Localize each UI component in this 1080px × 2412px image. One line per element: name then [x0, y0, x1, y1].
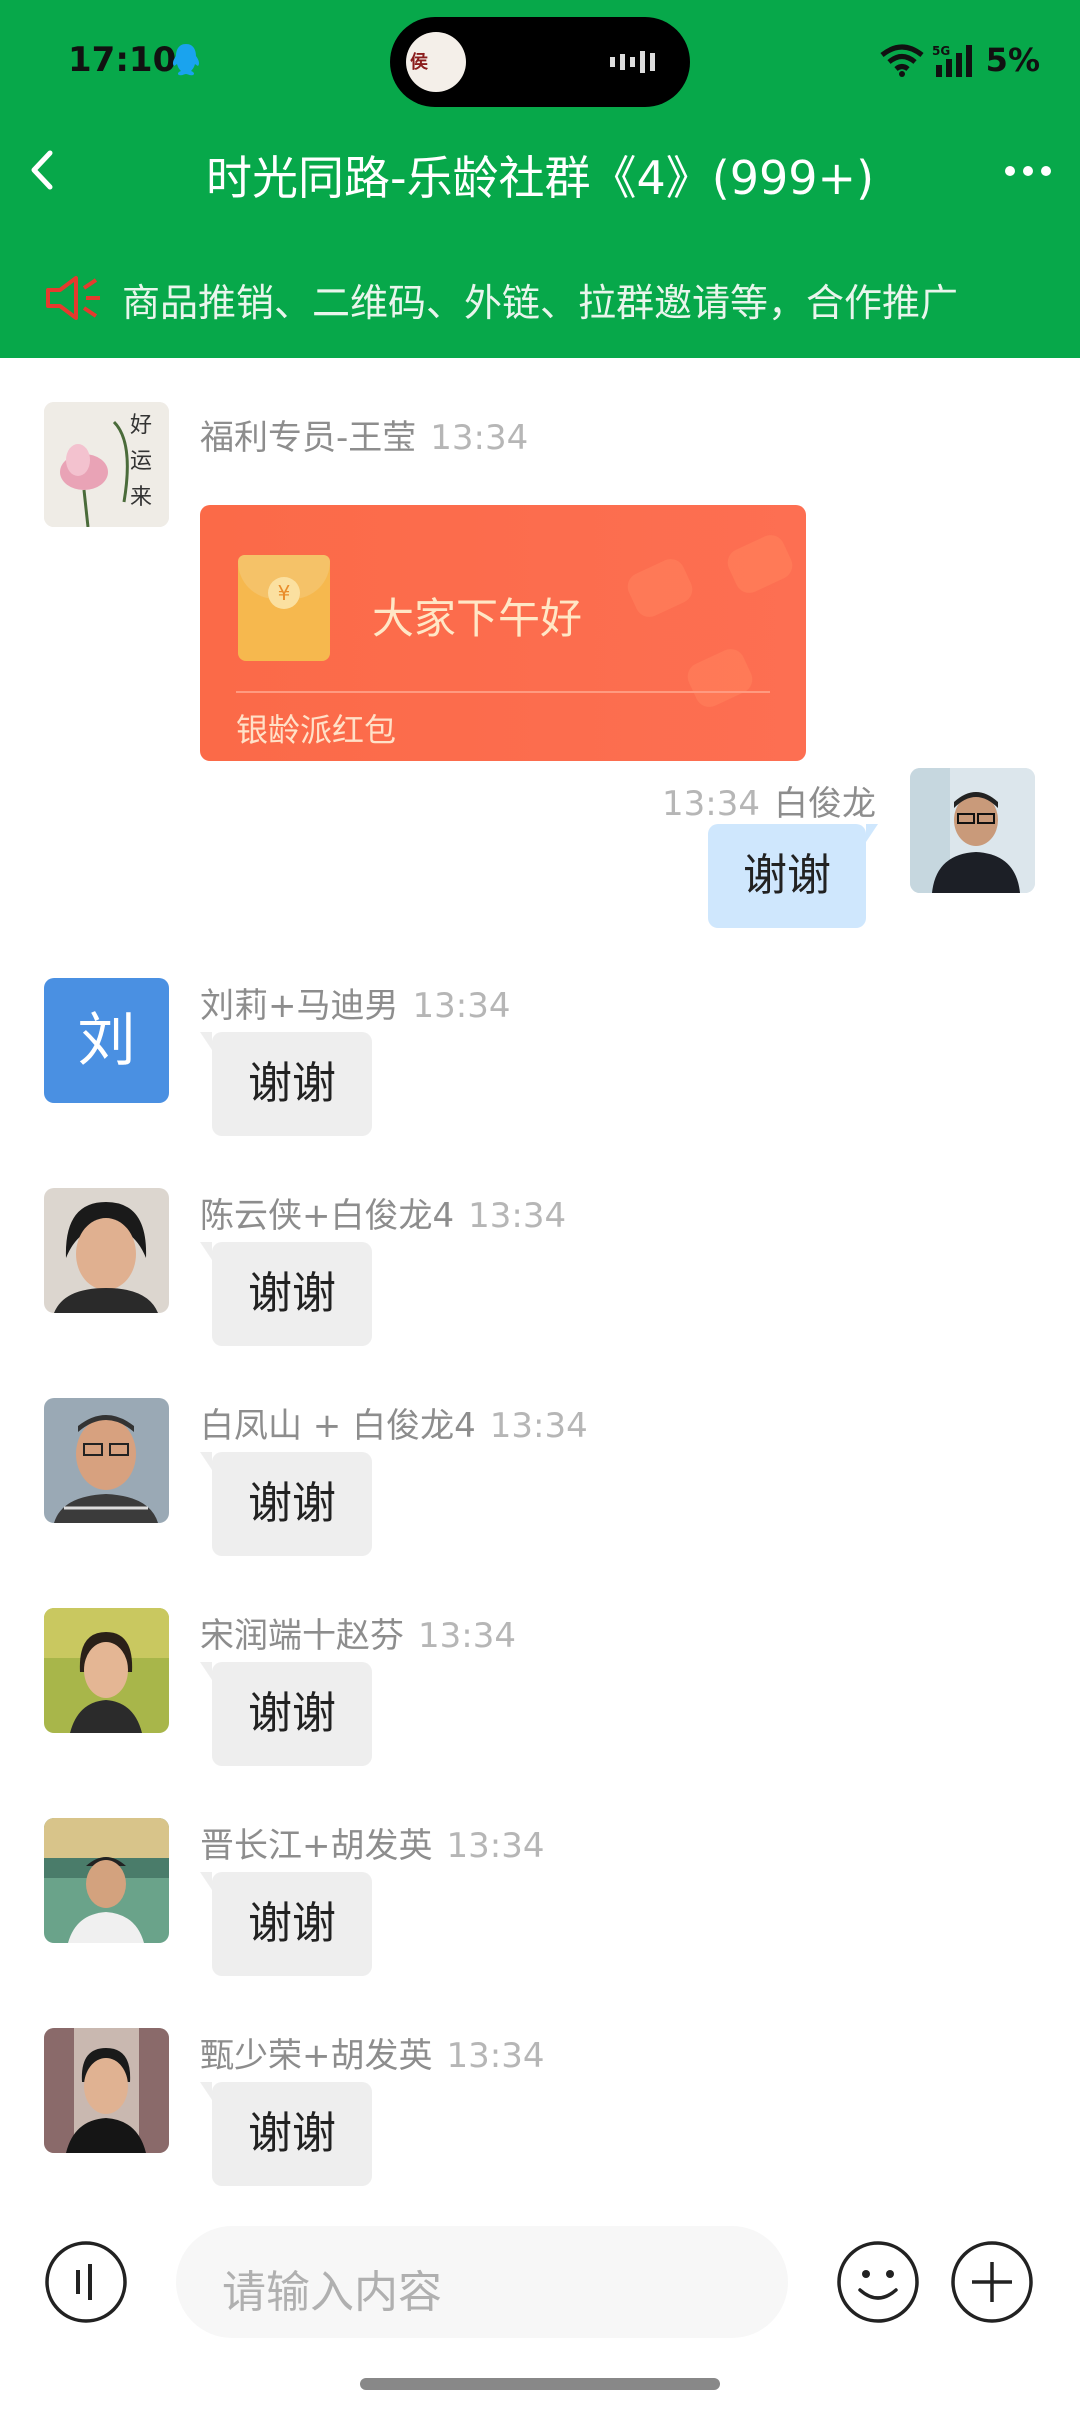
lotus-avatar-image: 好 运 来	[44, 402, 169, 527]
message-item: 宋润端十赵芬 13:34 谢谢	[0, 1608, 1080, 1808]
dynamic-island: 侯	[390, 17, 690, 107]
announcement-text: 商品推销、二维码、外链、拉群邀请等，合作推广	[122, 281, 959, 325]
sender-name: 13:34 白俊龙	[662, 784, 876, 824]
home-indicator[interactable]	[360, 2378, 720, 2390]
svg-text:来: 来	[130, 485, 152, 510]
avatar[interactable]	[44, 2028, 169, 2153]
red-packet-title: 大家下午好	[372, 594, 583, 643]
message-self: 13:34 白俊龙 谢谢	[0, 768, 1080, 968]
user-photo-image	[44, 1818, 169, 1943]
svg-text:5G: 5G	[932, 44, 950, 58]
sender-name: 刘莉+马迪男 13:34	[200, 986, 511, 1026]
nav-bar: 时光同路-乐龄社群《4》(999+)	[0, 120, 1080, 220]
user-photo-image	[44, 1608, 169, 1733]
message-bubble[interactable]: 谢谢	[708, 824, 878, 928]
sender-name: 白凤山 + 白俊龙4 13:34	[200, 1406, 588, 1446]
message-bubble[interactable]: 谢谢	[200, 1032, 372, 1136]
sender-name: 宋润端十赵芬 13:34	[200, 1616, 516, 1656]
user-photo-image	[44, 1398, 169, 1523]
input-toolbar: 请输入内容	[0, 2208, 1080, 2412]
avatar[interactable]: 刘	[44, 978, 169, 1103]
user-photo-image	[44, 1188, 169, 1313]
message-bubble[interactable]: 谢谢	[200, 1662, 372, 1766]
sender-name: 甄少荣+胡发英 13:34	[200, 2036, 545, 2076]
message-item: 甄少荣+胡发英 13:34 谢谢	[0, 2028, 1080, 2228]
message-bubble[interactable]: 谢谢	[200, 1452, 372, 1556]
message-bubble[interactable]: 谢谢	[200, 2082, 372, 2186]
speaker-icon	[46, 276, 100, 320]
chat-title: 时光同路-乐龄社群《4》(999+)	[205, 151, 875, 205]
svg-text:好: 好	[130, 413, 152, 438]
wifi-icon	[880, 44, 924, 77]
message-item: 晋长江+胡发英 13:34 谢谢	[0, 1818, 1080, 2018]
message-red-packet: 好 运 来 福利专员-王莹 13:34 ¥ 大家下午好 银龄派红包	[0, 402, 1080, 782]
announcement-bar[interactable]: 商品推销、二维码、外链、拉群邀请等，合作推广	[0, 260, 1080, 340]
message-item: 刘 刘莉+马迪男 13:34 谢谢	[0, 978, 1080, 1178]
red-packet-label: 银龄派红包	[236, 711, 397, 749]
audio-waveform-icon	[610, 51, 655, 73]
system-icons: 5G 5%	[880, 40, 1040, 80]
message-item: 陈云侠+白俊龙4 13:34 谢谢	[0, 1188, 1080, 1388]
header-bar: 17:10 侯 5G 5% 时光同路-乐龄社群《4》(999+) 商品推销、二维…	[0, 0, 1080, 358]
sender-name: 福利专员-王莹 13:34	[200, 418, 529, 458]
emoji-icon[interactable]	[836, 2240, 920, 2324]
avatar[interactable]	[44, 1608, 169, 1733]
user-photo-image	[44, 2028, 169, 2153]
status-time: 17:10	[68, 40, 177, 80]
more-options-icon[interactable]	[1004, 165, 1052, 177]
self-avatar-image	[910, 768, 1035, 893]
avatar[interactable]	[44, 1188, 169, 1313]
message-input[interactable]: 请输入内容	[176, 2226, 788, 2338]
avatar[interactable]	[910, 768, 1035, 893]
signal-icon: 5G	[932, 44, 972, 77]
sender-name: 陈云侠+白俊龙4 13:34	[200, 1196, 567, 1236]
message-item: 白凤山 + 白俊龙4 13:34 谢谢	[0, 1398, 1080, 1598]
message-bubble[interactable]: 谢谢	[200, 1872, 372, 1976]
battery-level: 5%	[985, 41, 1040, 79]
red-packet-card[interactable]: ¥ 大家下午好 银龄派红包	[200, 505, 806, 761]
chat-message-list[interactable]: 好 运 来 福利专员-王莹 13:34 ¥ 大家下午好 银龄派红包 13:34 白俊…	[0, 358, 1080, 2208]
status-bar: 17:10 侯 5G 5%	[0, 0, 1080, 120]
message-bubble[interactable]: 谢谢	[200, 1242, 372, 1346]
avatar[interactable]	[44, 1818, 169, 1943]
sender-name: 晋长江+胡发英 13:34	[200, 1826, 545, 1866]
message-input-placeholder: 请输入内容	[222, 2267, 442, 2318]
avatar[interactable]	[44, 1398, 169, 1523]
voice-input-icon[interactable]	[44, 2240, 128, 2324]
island-app-icon: 侯	[406, 32, 466, 92]
qq-icon	[172, 44, 200, 76]
red-envelope-icon: ¥	[238, 555, 330, 661]
svg-text:运: 运	[130, 449, 152, 474]
plus-icon[interactable]	[950, 2240, 1034, 2324]
avatar[interactable]: 好 运 来	[44, 402, 169, 527]
